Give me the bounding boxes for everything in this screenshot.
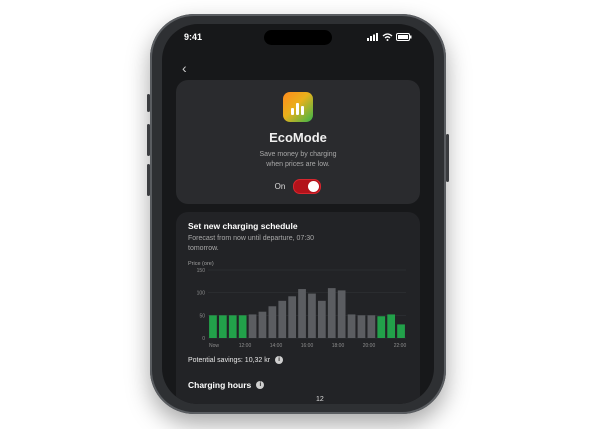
toggle-label: On [274,182,286,191]
y-tick-label: 50 [199,313,205,319]
schedule-card: Set new charging schedule Forecast from … [176,212,420,404]
charging-bar [228,315,237,338]
price-chart: Price (ore)150 100 50 0 Now 12:00 14:00 16:00 18… [188,261,407,349]
x-tick-label: 12:00 [239,343,252,349]
x-tick-label: 14:00 [270,343,283,349]
power-button [446,134,449,182]
price-bar [327,288,336,338]
chevron-left-icon[interactable]: ‹ [182,60,187,76]
charging-bar [377,316,386,338]
charging-bar [238,315,247,338]
price-bar [308,293,316,338]
charging-bar [209,315,217,338]
charging-bar [218,315,227,338]
wifi-icon [382,33,393,41]
price-bar [367,315,376,338]
schedule-subtitle: Forecast from now until departure, 07:30… [188,235,315,252]
price-bar [347,314,356,338]
phone-screen: 9:41 ‹ EcoMode Save money by charging wh… [162,24,434,404]
y-tick-label: 150 [197,268,206,274]
charging-hours-label: Charging hours [188,380,252,390]
signal-icon [367,33,378,41]
app-subtitle: Save money by charging when prices are l… [176,150,420,170]
battery-icon [396,33,412,41]
ecomode-toggle-row: On [176,179,420,194]
savings-label: Potential savings: 10,32 kr [188,356,271,364]
x-tick-label: 22:00 [394,343,407,349]
app-title: EcoMode [269,130,327,145]
price-bar [298,289,306,338]
charging-hours-header: Charging hours i [188,380,265,390]
status-icons [367,33,412,41]
volume-up-button [147,124,150,156]
ecomode-toggle[interactable] [293,179,322,194]
y-tick-label: 0 [202,336,205,342]
charging-bar [387,314,396,338]
app-subtitle-line-1: Save money by charging [259,151,337,158]
charging-hours-value: 12 [316,396,324,403]
price-bar [268,306,277,338]
price-bar [288,296,297,338]
app-subtitle-line-2: when prices are low. [266,161,330,168]
info-icon[interactable]: i [256,381,265,389]
price-bar [317,300,326,338]
charging-bar [397,324,405,338]
volume-down-button [147,164,150,196]
x-tick-label: 16:00 [301,343,314,349]
dynamic-island [264,30,332,45]
back-button[interactable]: ‹ [182,60,187,76]
price-bar [278,300,287,338]
price-bar [248,314,257,338]
mute-switch [147,94,150,112]
phone-frame: 9:41 ‹ EcoMode Save money by charging wh… [147,14,449,414]
toggle-knob [308,181,320,192]
status-time: 9:41 [184,32,203,42]
schedule-title: Set new charging schedule [188,221,298,231]
info-icon[interactable]: i [275,356,284,364]
y-tick-label: 100 [197,291,206,297]
y-axis-label: Price (ore) [188,261,214,267]
bar-chart-app-icon [283,92,313,122]
x-tick-label: 18:00 [332,343,345,349]
ecomode-card: EcoMode Save money by charging when pric… [176,80,420,204]
x-tick-label: 20:00 [363,343,376,349]
price-bar [258,311,267,338]
x-tick-label: Now [209,343,219,349]
price-bar [337,290,346,338]
potential-savings: Potential savings: 10,32 kr i [188,356,284,364]
price-bar [357,315,366,338]
